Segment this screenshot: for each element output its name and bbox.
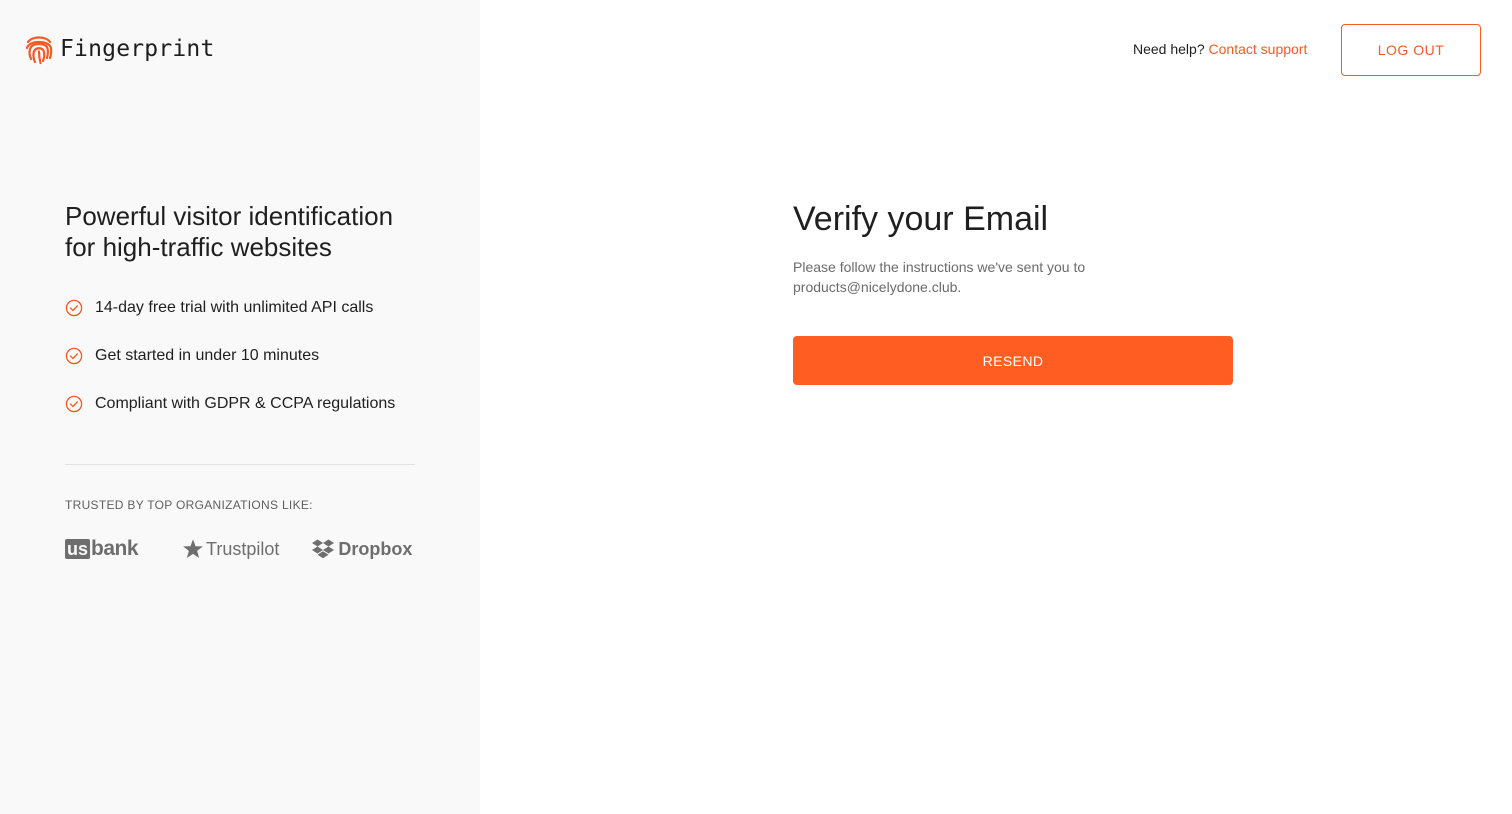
- trustpilot-logo-text: Trustpilot: [206, 538, 280, 559]
- feature-label: 14-day free trial with unlimited API cal…: [95, 299, 374, 316]
- verify-instructions: Please follow the instructions we've sen…: [793, 259, 1086, 295]
- marketing-headline: Powerful visitor identification for high…: [65, 201, 394, 262]
- verify-email-page: Fingerprint Powerful visitor identificat…: [0, 0, 1512, 814]
- marketing-panel: Fingerprint Powerful visitor identificat…: [0, 0, 480, 814]
- check-circle-icon: [65, 347, 83, 365]
- trusted-by-title: TRUSTED BY TOP ORGANIZATIONS LIKE:: [65, 498, 313, 512]
- feature-item: Get started in under 10 minutes: [65, 344, 395, 368]
- resend-button[interactable]: RESEND: [793, 336, 1233, 385]
- dropbox-icon: [312, 539, 335, 559]
- help-text: Need help? Contact support: [1133, 41, 1307, 57]
- help-label: Need help?: [1133, 41, 1205, 57]
- feature-label: Compliant with GDPR & CCPA regulations: [95, 395, 396, 412]
- fingerprint-icon: [25, 36, 53, 65]
- usbank-logo: us bank: [65, 535, 150, 563]
- contact-support-link[interactable]: Contact support: [1209, 41, 1308, 57]
- feature-item: Compliant with GDPR & CCPA regulations: [65, 392, 395, 416]
- brand-logo[interactable]: Fingerprint: [24, 33, 215, 65]
- usbank-logo-us: us: [65, 539, 91, 559]
- dropbox-logo: Dropbox: [312, 539, 412, 560]
- usbank-logo-bank: bank: [91, 537, 139, 560]
- feature-list: 14-day free trial with unlimited API cal…: [65, 296, 395, 440]
- check-circle-icon: [65, 299, 83, 317]
- dropbox-logo-text: Dropbox: [338, 538, 413, 559]
- trustpilot-logo: Trustpilot: [182, 538, 279, 560]
- brand-name: Fingerprint: [60, 36, 215, 62]
- check-circle-icon: [65, 395, 83, 413]
- star-icon: [183, 539, 203, 558]
- customer-logos: us bank Trustpilot Dropbox: [65, 535, 412, 563]
- feature-label: Get started in under 10 minutes: [95, 347, 320, 364]
- feature-item: 14-day free trial with unlimited API cal…: [65, 296, 395, 320]
- page-title: Verify your Email: [793, 200, 1049, 238]
- section-divider: [65, 464, 415, 465]
- logout-button[interactable]: LOG OUT: [1341, 24, 1481, 76]
